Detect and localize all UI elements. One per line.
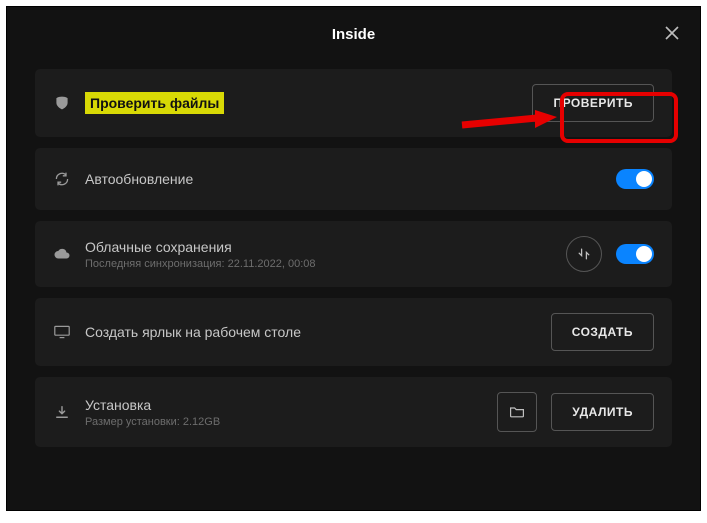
row-verify-files: Проверить файлы ПРОВЕРИТЬ bbox=[35, 69, 672, 137]
cloud-icon bbox=[53, 245, 71, 263]
autoupdate-label: Автообновление bbox=[85, 171, 602, 187]
row-cloud-saves: Облачные сохранения Последняя синхрониза… bbox=[35, 221, 672, 287]
cloud-sync-time: Последняя синхронизация: 22.11.2022, 00:… bbox=[85, 258, 552, 270]
install-label: Установка bbox=[85, 397, 483, 413]
create-shortcut-button[interactable]: СОЗДАТЬ bbox=[551, 313, 654, 351]
shortcut-label: Создать ярлык на рабочем столе bbox=[85, 324, 537, 340]
folder-icon bbox=[509, 405, 525, 419]
row-install: Установка Размер установки: 2.12GB УДАЛИ… bbox=[35, 377, 672, 447]
cloud-text: Облачные сохранения Последняя синхрониза… bbox=[85, 239, 552, 270]
dialog-header: Inside bbox=[7, 7, 700, 61]
settings-dialog: Inside Проверить файлы ПРОВЕРИТЬ Автообн… bbox=[6, 6, 701, 511]
uninstall-button[interactable]: УДАЛИТЬ bbox=[551, 393, 654, 431]
verify-button[interactable]: ПРОВЕРИТЬ bbox=[532, 84, 654, 122]
close-icon bbox=[664, 25, 680, 41]
row-autoupdate: Автообновление bbox=[35, 148, 672, 210]
sync-icon bbox=[576, 246, 592, 262]
monitor-icon bbox=[53, 323, 71, 341]
dialog-title: Inside bbox=[332, 26, 375, 43]
open-folder-button[interactable] bbox=[497, 392, 537, 432]
autoupdate-toggle[interactable] bbox=[616, 169, 654, 189]
row-shortcut: Создать ярлык на рабочем столе СОЗДАТЬ bbox=[35, 298, 672, 366]
download-icon bbox=[53, 403, 71, 421]
verify-label: Проверить файлы bbox=[85, 95, 518, 111]
install-text: Установка Размер установки: 2.12GB bbox=[85, 397, 483, 428]
dialog-content: Проверить файлы ПРОВЕРИТЬ Автообновление… bbox=[7, 61, 700, 455]
cloud-label: Облачные сохранения bbox=[85, 239, 552, 255]
cloud-sync-button[interactable] bbox=[566, 236, 602, 272]
cloud-toggle[interactable] bbox=[616, 244, 654, 264]
verify-icon bbox=[53, 94, 71, 112]
install-size: Размер установки: 2.12GB bbox=[85, 416, 483, 428]
close-button[interactable] bbox=[664, 25, 682, 43]
refresh-icon bbox=[53, 170, 71, 188]
